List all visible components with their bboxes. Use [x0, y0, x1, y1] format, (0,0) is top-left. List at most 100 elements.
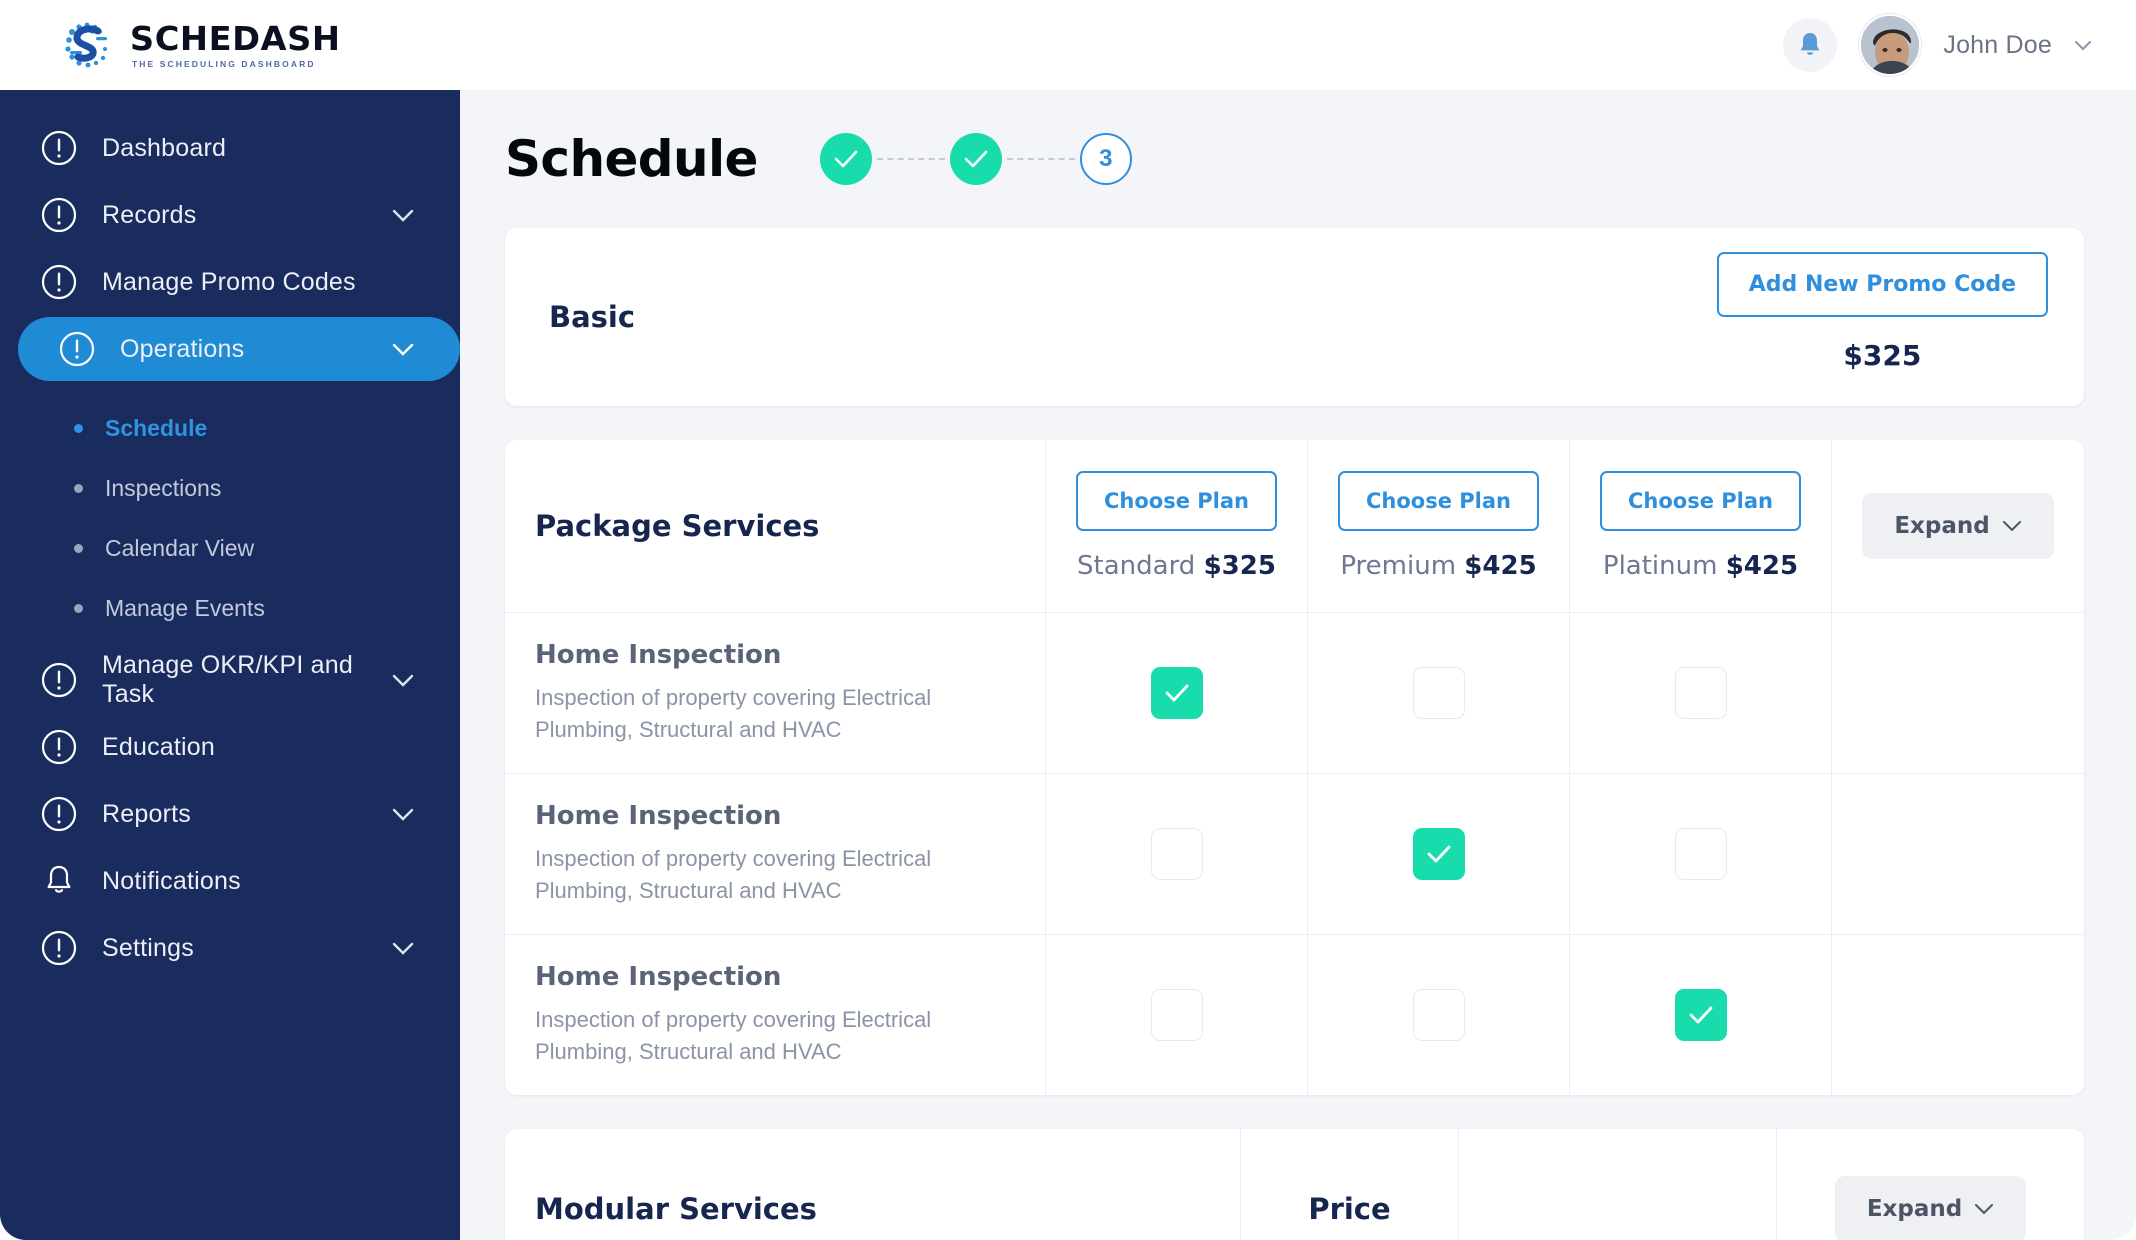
bell-icon — [1800, 33, 1820, 55]
plan-price-platinum: Platinum $425 — [1603, 551, 1798, 581]
checkbox-platinum[interactable] — [1674, 828, 1727, 880]
bullet-icon — [74, 423, 83, 433]
sidebar-item-reports[interactable]: Reports — [0, 782, 460, 846]
table-row: Home Inspection Inspection of property c… — [505, 935, 2084, 1095]
alert-circle-icon — [41, 264, 77, 300]
choose-plan-button-platinum[interactable]: Choose Plan — [1600, 471, 1801, 531]
chevron-down-icon — [2002, 521, 2021, 532]
sidebar-item-education[interactable]: Education — [0, 715, 460, 779]
sidebar-subitem-label: Schedule — [105, 414, 208, 441]
check-icon — [1427, 845, 1450, 863]
bell-icon — [47, 865, 71, 893]
checkbox-cell-platinum — [1569, 935, 1831, 1095]
sidebar-item-records[interactable]: Records — [0, 183, 460, 247]
expand-button-modular-services[interactable]: Expand — [1834, 1176, 2027, 1240]
checkbox-cell-platinum — [1569, 613, 1831, 773]
package-services-title-cell: Package Services — [505, 440, 1045, 612]
check-icon — [964, 150, 988, 168]
checkbox-premium[interactable] — [1412, 828, 1465, 880]
check-icon — [1165, 684, 1188, 702]
row-empty-cell — [1831, 613, 2084, 773]
sidebar: Dashboard Records Manage Promo Codes Ope… — [0, 90, 460, 1240]
plan-price-premium: Premium $425 — [1340, 551, 1536, 581]
basic-label: Basic — [549, 300, 636, 334]
brand-logo[interactable]: SCHEDASH THE SCHEDULING DASHBOARD — [60, 18, 340, 72]
checkbox-standard[interactable] — [1150, 828, 1203, 880]
sidebar-item-label: Manage OKR/KPI and Task — [102, 651, 353, 708]
expand-label: Expand — [1866, 1196, 1963, 1222]
check-icon — [1689, 1006, 1712, 1024]
plan-column-premium: Choose Plan Premium $425 — [1307, 440, 1569, 612]
alert-circle-icon — [41, 930, 77, 966]
sidebar-subnav-operations: Schedule Inspections Calendar View Manag… — [0, 384, 460, 648]
alert-circle-icon — [41, 197, 77, 233]
checkbox-cell-standard — [1045, 613, 1307, 773]
page-header: Schedule 3 — [505, 130, 2084, 188]
sidebar-item-manage-okr-kpi-and-task[interactable]: Manage OKR/KPI and Task — [0, 648, 460, 712]
checkbox-standard[interactable] — [1150, 989, 1203, 1041]
alert-circle-icon — [41, 130, 77, 166]
package-services-table: Package Services Choose Plan Standard $3… — [505, 440, 2084, 1095]
alert-circle-icon — [59, 331, 95, 367]
modular-price-header-cell: Price — [1240, 1129, 1458, 1240]
modular-services-header-row: Modular Services Price Expand — [505, 1129, 2084, 1240]
service-cell: Home Inspection Inspection of property c… — [505, 935, 1045, 1095]
sidebar-item-manage-events[interactable]: Manage Events — [0, 578, 460, 638]
chevron-down-icon[interactable] — [392, 808, 414, 821]
alert-circle-icon — [41, 662, 77, 698]
sidebar-item-inspections[interactable]: Inspections — [0, 458, 460, 518]
step-2-complete[interactable] — [949, 133, 1002, 185]
chevron-down-icon[interactable] — [392, 209, 414, 222]
sidebar-item-label: Manage Promo Codes — [102, 267, 356, 296]
avatar-photo — [1861, 16, 1920, 74]
choose-plan-button-standard[interactable]: Choose Plan — [1076, 471, 1277, 531]
bullet-icon — [74, 543, 83, 553]
plan-amount-premium: $425 — [1464, 551, 1537, 581]
sidebar-item-calendar-view[interactable]: Calendar View — [0, 518, 460, 578]
checkbox-platinum[interactable] — [1674, 667, 1727, 719]
checkbox-platinum[interactable] — [1674, 989, 1727, 1041]
sidebar-item-notifications[interactable]: Notifications — [0, 849, 460, 913]
checkbox-cell-standard — [1045, 935, 1307, 1095]
sidebar-item-label: Reports — [102, 799, 191, 828]
step-1-complete[interactable] — [819, 133, 872, 185]
sidebar-subitem-label: Inspections — [105, 474, 222, 501]
plan-amount-standard: $325 — [1203, 551, 1276, 581]
checkbox-premium[interactable] — [1412, 667, 1465, 719]
sidebar-item-manage-promo-codes[interactable]: Manage Promo Codes — [0, 250, 460, 314]
row-empty-cell — [1831, 774, 2084, 934]
modular-services-table: Modular Services Price Expand — [505, 1129, 2084, 1240]
chevron-down-icon[interactable] — [2074, 40, 2092, 51]
service-name: Home Inspection — [535, 640, 782, 671]
basic-plan-card: Basic Add New Promo Code $325 — [505, 228, 2084, 406]
chevron-down-icon[interactable] — [392, 343, 414, 356]
chevron-down-icon[interactable] — [392, 674, 414, 687]
notifications-button[interactable] — [1783, 18, 1838, 72]
chevron-down-icon — [1975, 1204, 1994, 1215]
expand-label: Expand — [1894, 513, 1990, 539]
avatar[interactable] — [1859, 14, 1922, 76]
step-3-current[interactable]: 3 — [1079, 133, 1132, 185]
checkbox-premium[interactable] — [1412, 989, 1465, 1041]
basic-card-actions: Add New Promo Code $325 — [1716, 252, 2048, 372]
service-cell: Home Inspection Inspection of property c… — [505, 774, 1045, 934]
checkbox-cell-standard — [1045, 774, 1307, 934]
sidebar-item-settings[interactable]: Settings — [0, 916, 460, 980]
choose-plan-button-premium[interactable]: Choose Plan — [1338, 471, 1539, 531]
alert-circle-icon — [41, 796, 77, 832]
expand-button-package-services[interactable]: Expand — [1862, 493, 2054, 559]
progress-stepper: 3 — [819, 133, 1132, 185]
top-bar: SCHEDASH THE SCHEDULING DASHBOARD John D… — [0, 0, 2136, 90]
plan-name-platinum: Platinum — [1602, 551, 1718, 581]
bullet-icon — [74, 483, 83, 493]
sidebar-item-label: Records — [102, 200, 197, 229]
add-new-promo-code-button[interactable]: Add New Promo Code — [1716, 252, 2048, 317]
chevron-down-icon[interactable] — [392, 942, 414, 955]
checkbox-standard[interactable] — [1150, 667, 1203, 719]
stepper-connector — [1006, 158, 1075, 160]
sidebar-item-label: Operations — [120, 334, 245, 363]
sidebar-item-schedule[interactable]: Schedule — [0, 398, 460, 458]
sidebar-item-operations[interactable]: Operations — [18, 317, 460, 381]
sidebar-item-dashboard[interactable]: Dashboard — [0, 116, 460, 180]
plan-column-standard: Choose Plan Standard $325 — [1045, 440, 1307, 612]
